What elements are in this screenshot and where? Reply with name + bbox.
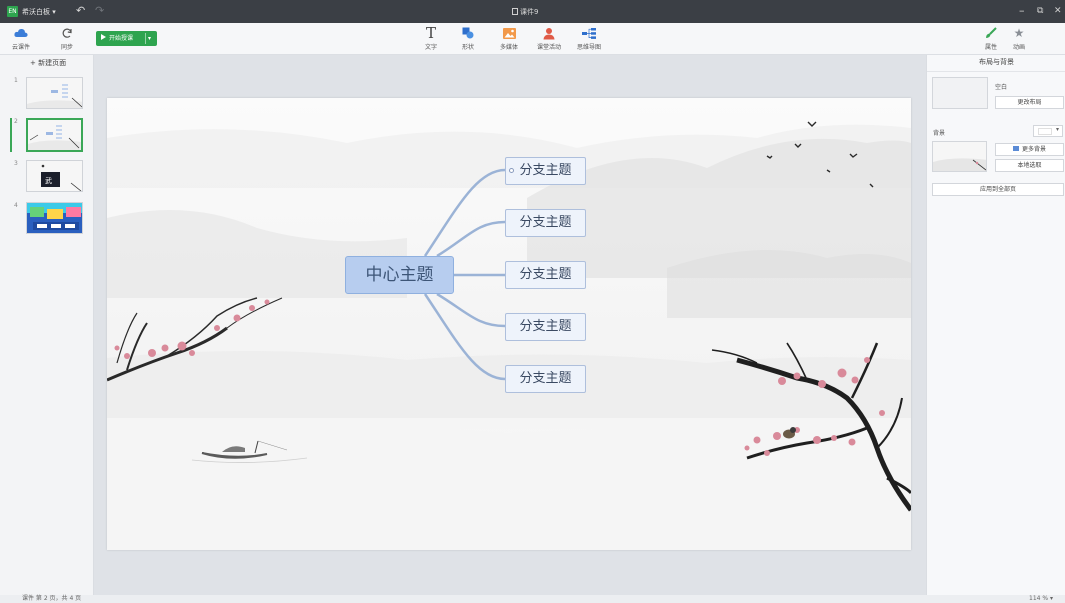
color-swatch (1038, 128, 1052, 135)
background-thumbnail[interactable] (932, 141, 987, 172)
zoom-select[interactable]: 114 % ▾ (1029, 595, 1053, 603)
background-color-select[interactable]: ▾ (1033, 125, 1063, 137)
mindmap-label: 思维导图 (576, 44, 601, 51)
shape-icon (453, 25, 483, 41)
change-layout-button[interactable]: 更改布局 (995, 96, 1064, 109)
start-button-divider (145, 33, 146, 44)
minimize-button[interactable]: – (1019, 4, 1025, 17)
toolbar: 云课件 同步 开始授课 ▾ T 文字 形状 多媒体 课堂活动 思维导图 属性 ★… (0, 23, 1065, 55)
properties-button[interactable]: 属性 (976, 25, 1006, 51)
slide-number: 1 (14, 77, 18, 84)
slide-canvas[interactable]: 中心主题 分支主题 分支主题 分支主题 分支主题 分支主题 (107, 98, 911, 550)
document-icon (512, 8, 518, 15)
sync-icon (52, 25, 82, 41)
document-title-text: 课件9 (520, 8, 539, 16)
image-icon (1012, 146, 1019, 151)
active-slide-marker (10, 118, 12, 152)
activity-icon (534, 25, 564, 41)
app-menu[interactable]: 希沃白板 ▾ (22, 7, 56, 17)
cloud-courseware-label: 云课件 (11, 44, 30, 51)
new-page-button[interactable]: + 新建页面 (30, 58, 66, 68)
title-bar: EN 希沃白板 ▾ ↶ ↷ 课件9 – ⧉ ✕ (0, 0, 1065, 23)
mindmap-branch-topic[interactable]: 分支主题 (505, 209, 586, 237)
redo-icon[interactable]: ↷ (95, 4, 104, 17)
slide-thumbnail-2[interactable] (26, 118, 83, 152)
mindmap-center-topic[interactable]: 中心主题 (345, 256, 454, 294)
mindmap-icon (574, 25, 604, 41)
animation-label: 动画 (1012, 44, 1025, 51)
image-icon (494, 25, 524, 41)
more-backgrounds-button[interactable]: 更多背景 (995, 143, 1064, 156)
start-class-button[interactable]: 开始授课 ▾ (96, 31, 157, 46)
properties-label: 属性 (984, 44, 997, 51)
star-icon: ★ (1013, 26, 1025, 40)
mindmap-branch-topic[interactable]: 分支主题 (505, 365, 586, 393)
background-label: 背景 (933, 130, 946, 137)
cloud-courseware-button[interactable]: 云课件 (6, 25, 36, 51)
multimedia-label: 多媒体 (499, 44, 518, 51)
start-dropdown-icon[interactable]: ▾ (148, 31, 151, 46)
slide-number: 3 (14, 160, 18, 167)
sync-label: 同步 (60, 44, 73, 51)
shape-tool-label: 形状 (461, 44, 474, 51)
panel-title: 布局与背景 (927, 55, 1065, 72)
properties-panel: 布局与背景 空白 更改布局 背景 ▾ 更多背景 本地选取 应用到全部页 (926, 55, 1065, 595)
slide-number: 4 (14, 202, 18, 209)
chevron-down-icon: ▾ (1055, 126, 1059, 133)
sync-button[interactable]: 同步 (52, 25, 82, 51)
apply-to-all-button[interactable]: 应用到全部页 (932, 183, 1064, 196)
layout-name: 空白 (995, 84, 1008, 91)
text-tool-label: 文字 (424, 44, 437, 51)
layout-thumbnail[interactable] (932, 77, 988, 109)
status-bar: 课件 第 2 页，共 4 页 114 % ▾ (0, 595, 1065, 603)
class-activity-label: 课堂活动 (536, 44, 561, 51)
text-icon: T (425, 24, 436, 42)
mindmap-branch-topic[interactable]: 分支主题 (505, 157, 586, 185)
page-indicator: 课件 第 2 页，共 4 页 (22, 595, 82, 602)
undo-icon[interactable]: ↶ (76, 4, 85, 17)
slide-thumbnail-3[interactable]: 武 (26, 160, 83, 192)
close-button[interactable]: ✕ (1054, 6, 1062, 16)
restore-button[interactable]: ⧉ (1037, 6, 1043, 16)
animation-button[interactable]: ★ 动画 (1004, 25, 1034, 51)
canvas-area[interactable]: 中心主题 分支主题 分支主题 分支主题 分支主题 分支主题 (94, 55, 926, 595)
cloud-icon (6, 25, 36, 41)
branch-handle-icon[interactable] (509, 168, 514, 173)
mindmap-branch-topic[interactable]: 分支主题 (505, 313, 586, 341)
multimedia-button[interactable]: 多媒体 (494, 25, 524, 51)
shape-tool-button[interactable]: 形状 (453, 25, 483, 51)
mindmap-button[interactable]: 思维导图 (574, 25, 604, 51)
class-activity-button[interactable]: 课堂活动 (534, 25, 564, 51)
slide-thumbnail-4[interactable] (26, 202, 83, 234)
text-tool-button[interactable]: T 文字 (416, 24, 446, 51)
more-backgrounds-label: 更多背景 (1021, 146, 1046, 153)
app-logo-icon: EN (7, 6, 18, 17)
brush-icon (976, 25, 1006, 41)
document-title: 课件9 (512, 7, 538, 17)
mindmap-branch-topic[interactable]: 分支主题 (505, 261, 586, 289)
branch-topic-text: 分支主题 (519, 163, 572, 178)
slide-number: 2 (14, 118, 18, 125)
slide-thumbnail-1[interactable] (26, 77, 83, 109)
svg-text:武: 武 (45, 176, 52, 185)
slide-panel: + 新建页面 1 2 3 武 4 (0, 55, 94, 595)
local-pick-button[interactable]: 本地选取 (995, 159, 1064, 172)
start-class-label: 开始授课 (109, 35, 134, 42)
play-icon (101, 34, 106, 40)
